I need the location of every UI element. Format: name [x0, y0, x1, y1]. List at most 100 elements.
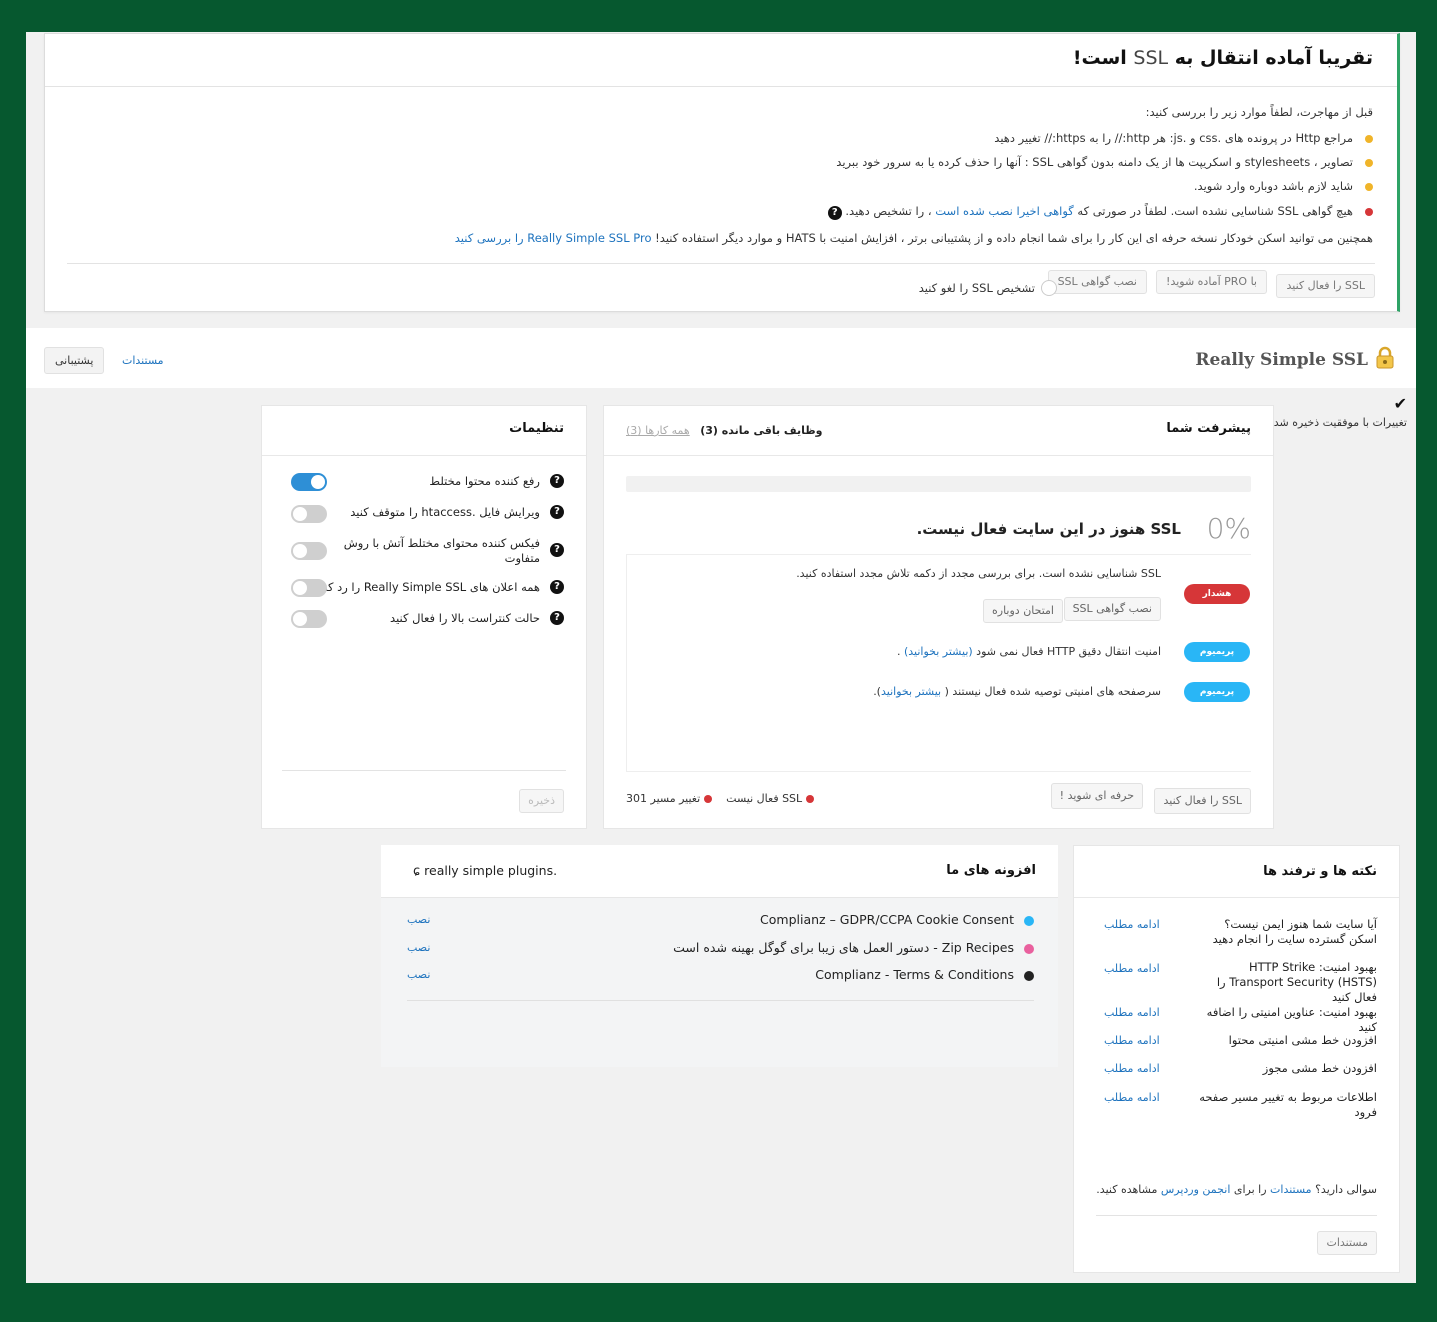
help-icon[interactable]: ? — [827, 206, 842, 220]
notice-item: مراجع Http در پرونده های .css و .js: هر … — [994, 131, 1373, 145]
tip-item: افزودن خط مشی امنیتی محتوا — [1228, 1033, 1377, 1047]
error-dot-icon — [1365, 207, 1373, 216]
notice-item: هیچ گواهی SSL شناسایی نشده است. لطفاً در… — [827, 204, 1373, 220]
install-button[interactable]: نصب — [407, 968, 430, 981]
htaccess-toggle[interactable] — [291, 505, 327, 523]
install-certificate-button[interactable]: نصب گواهی SSL — [1063, 597, 1161, 621]
notice-intro: قبل از مهاجرت، لطفاً موارد زیر را بررسی … — [1145, 105, 1373, 119]
tip-item: بهبود امنیت: HTTP Strike Transport Secur… — [1216, 960, 1377, 1004]
read-more-link[interactable]: ادامه مطلب — [1104, 1062, 1160, 1075]
save-button[interactable]: ذخیره — [519, 789, 564, 813]
read-more-link[interactable]: (بیشتر بخوانید) — [904, 645, 973, 658]
plugins-card: افزونه های ما ɕ really simple plugins. C… — [381, 845, 1058, 1067]
tip-item: اطلاعات مربوط به تغییر مسیر صفحه فرود — [1199, 1090, 1377, 1119]
card-header: پیشرفت شما وظایف باقی مانده (3) همه کاره… — [604, 406, 1273, 456]
card-header: تنظیمات — [262, 406, 586, 456]
help-icon[interactable]: ? — [550, 580, 564, 594]
card-title: پیشرفت شما — [1166, 421, 1251, 436]
ssl-notice: تقریبا آماده انتقال به SSL است! قبل از م… — [44, 33, 1400, 312]
read-more-link[interactable]: ادامه مطلب — [1104, 1006, 1160, 1019]
mixed-content-toggle[interactable] — [291, 473, 327, 491]
documentation-link[interactable]: مستندات — [122, 354, 164, 367]
recently-installed-link[interactable]: گواهی اخیرا نصب شده است — [935, 204, 1073, 218]
progress-headline: SSL هنوز در این سایت فعال نیست. — [916, 520, 1181, 538]
divider — [67, 263, 1375, 264]
retry-button[interactable]: امتحان دوباره — [983, 599, 1063, 623]
warning-dot-icon — [1365, 134, 1373, 143]
support-button[interactable]: پشتیبانی — [44, 347, 105, 374]
install-button[interactable]: نصب — [407, 913, 430, 926]
read-more-link[interactable]: ادامه مطلب — [1104, 1034, 1160, 1047]
plugin-item: Zip Recipes - دستور العمل های زیبا برای … — [673, 940, 1034, 955]
premium-badge: پریمیوم — [1184, 642, 1250, 662]
notice-item: شاید لازم باشد دوباره وارد شوید. — [1194, 179, 1373, 193]
task-text: امنیت انتقال دقیق HTTP فعال نمی شود (بیش… — [896, 645, 1161, 658]
read-more-link[interactable]: ادامه مطلب — [1104, 1091, 1160, 1104]
divider — [282, 770, 566, 771]
tip-item: بهبود امنیت: عناوین امنیتی را اضافه کنید — [1206, 1005, 1377, 1034]
logo-text: Really Simple SSL — [1195, 350, 1368, 370]
plugin-dot-icon — [1024, 970, 1034, 981]
read-more-link[interactable]: ادامه مطلب — [1104, 918, 1160, 931]
alt-mixed-content-toggle[interactable] — [291, 542, 327, 560]
plugin-dot-icon — [1024, 943, 1034, 954]
tip-item: آیا سایت شما هنوز ایمن نیست؟ اسکن گسترده… — [1212, 917, 1377, 946]
task-tabs: وظایف باقی مانده (3) همه کارها (3) — [626, 424, 822, 437]
help-icon[interactable]: ? — [550, 505, 564, 519]
progress-percent: 0% — [1206, 512, 1251, 545]
premium-badge: پریمیوم — [1184, 682, 1250, 702]
activate-ssl-button[interactable]: SSL را فعال کنید — [1276, 274, 1375, 298]
activate-ssl-button[interactable]: SSL را فعال کنید — [1154, 788, 1251, 814]
tab-remaining[interactable]: وظایف باقی مانده (3) — [700, 424, 822, 437]
progress-bar — [626, 476, 1251, 492]
read-more-link[interactable]: ادامه مطلب — [1104, 962, 1160, 975]
divider — [1096, 1215, 1377, 1216]
notice-title: تقریبا آماده انتقال به SSL است! — [1072, 47, 1373, 69]
documentation-button[interactable]: مستندات — [1317, 1231, 1377, 1255]
logo: Really Simple SSL — [1195, 346, 1396, 374]
pro-link[interactable]: Really Simple SSL Pro را بررسی کنید — [455, 231, 652, 245]
install-certificate-button[interactable]: نصب گواهی SSL — [1047, 270, 1147, 294]
help-icon[interactable]: ? — [550, 543, 564, 557]
tab-all-tasks[interactable]: همه کارها (3) — [626, 424, 690, 437]
warning-dot-icon — [1365, 158, 1373, 167]
brand-logo: ɕ really simple plugins. — [413, 863, 558, 879]
help-icon[interactable]: ? — [550, 611, 564, 625]
help-icon[interactable]: ? — [550, 474, 564, 488]
card-title: افزونه های ما — [946, 863, 1036, 878]
progress-card: پیشرفت شما وظایف باقی مانده (3) همه کاره… — [603, 405, 1274, 829]
dismiss-notices-toggle[interactable] — [291, 579, 327, 597]
warning-badge: هشدار — [1184, 584, 1250, 604]
task-list — [626, 554, 1251, 772]
notice-item: تصاویر ، stylesheets و اسکریپت ها از یک … — [836, 155, 1373, 169]
dismiss-detection[interactable]: تشخیص SSL را لغو کنید — [919, 280, 1057, 296]
check-icon: ✔ — [1393, 394, 1407, 413]
status-dot-icon — [704, 795, 713, 803]
task-text: SSL شناسایی نشده است. برای بررسی مجدد از… — [796, 567, 1161, 580]
warning-dot-icon — [1365, 182, 1373, 191]
plugin-dot-icon — [1024, 915, 1034, 926]
setting-alt-mixed-content: ? فیکس کننده محتوای مختلط آتش با روش متفا… — [342, 536, 564, 568]
card-header: نکته ها و ترفند ها — [1074, 846, 1399, 898]
lock-icon — [1374, 346, 1396, 374]
divider — [407, 1000, 1034, 1001]
install-button[interactable]: نصب — [407, 941, 430, 954]
get-pro-button[interactable]: با PRO آماده شوید! — [1156, 270, 1267, 294]
card-title: تنظیمات — [509, 421, 564, 436]
tips-card: نکته ها و ترفند ها آیا سایت شما هنوز ایم… — [1073, 845, 1400, 1273]
go-pro-button[interactable]: حرفه ای شوید ! — [1050, 783, 1143, 809]
notice-pro-text: همچنین می توانید اسکن خودکار نسخه حرفه ا… — [454, 231, 1373, 245]
high-contrast-toggle[interactable] — [291, 610, 327, 628]
tip-item: افزودن خط مشی مجوز — [1262, 1061, 1377, 1075]
question-text: سوالی دارید؟ مستندات را برای انجمن وردپر… — [1096, 1183, 1377, 1196]
status-indicators: SSL فعال نیست تغییر مسیر 301 — [626, 792, 815, 805]
status-dot-icon — [806, 795, 815, 803]
saved-notice: ✔ تغییرات با موفقیت ذخیره شد — [1273, 394, 1407, 430]
wordpress-forum-link[interactable]: انجمن وردپرس — [1161, 1183, 1231, 1196]
divider — [45, 86, 1397, 87]
plugin-header: Really Simple SSL مستندات پشتیبانی — [26, 328, 1416, 388]
documentation-link[interactable]: مستندات — [1270, 1183, 1312, 1196]
task-text: سرصفحه های امنیتی توصیه شده فعال نیستند … — [873, 685, 1161, 698]
read-more-link[interactable]: بیشتر بخوانید — [881, 685, 941, 698]
checkbox-icon[interactable] — [1041, 280, 1057, 296]
